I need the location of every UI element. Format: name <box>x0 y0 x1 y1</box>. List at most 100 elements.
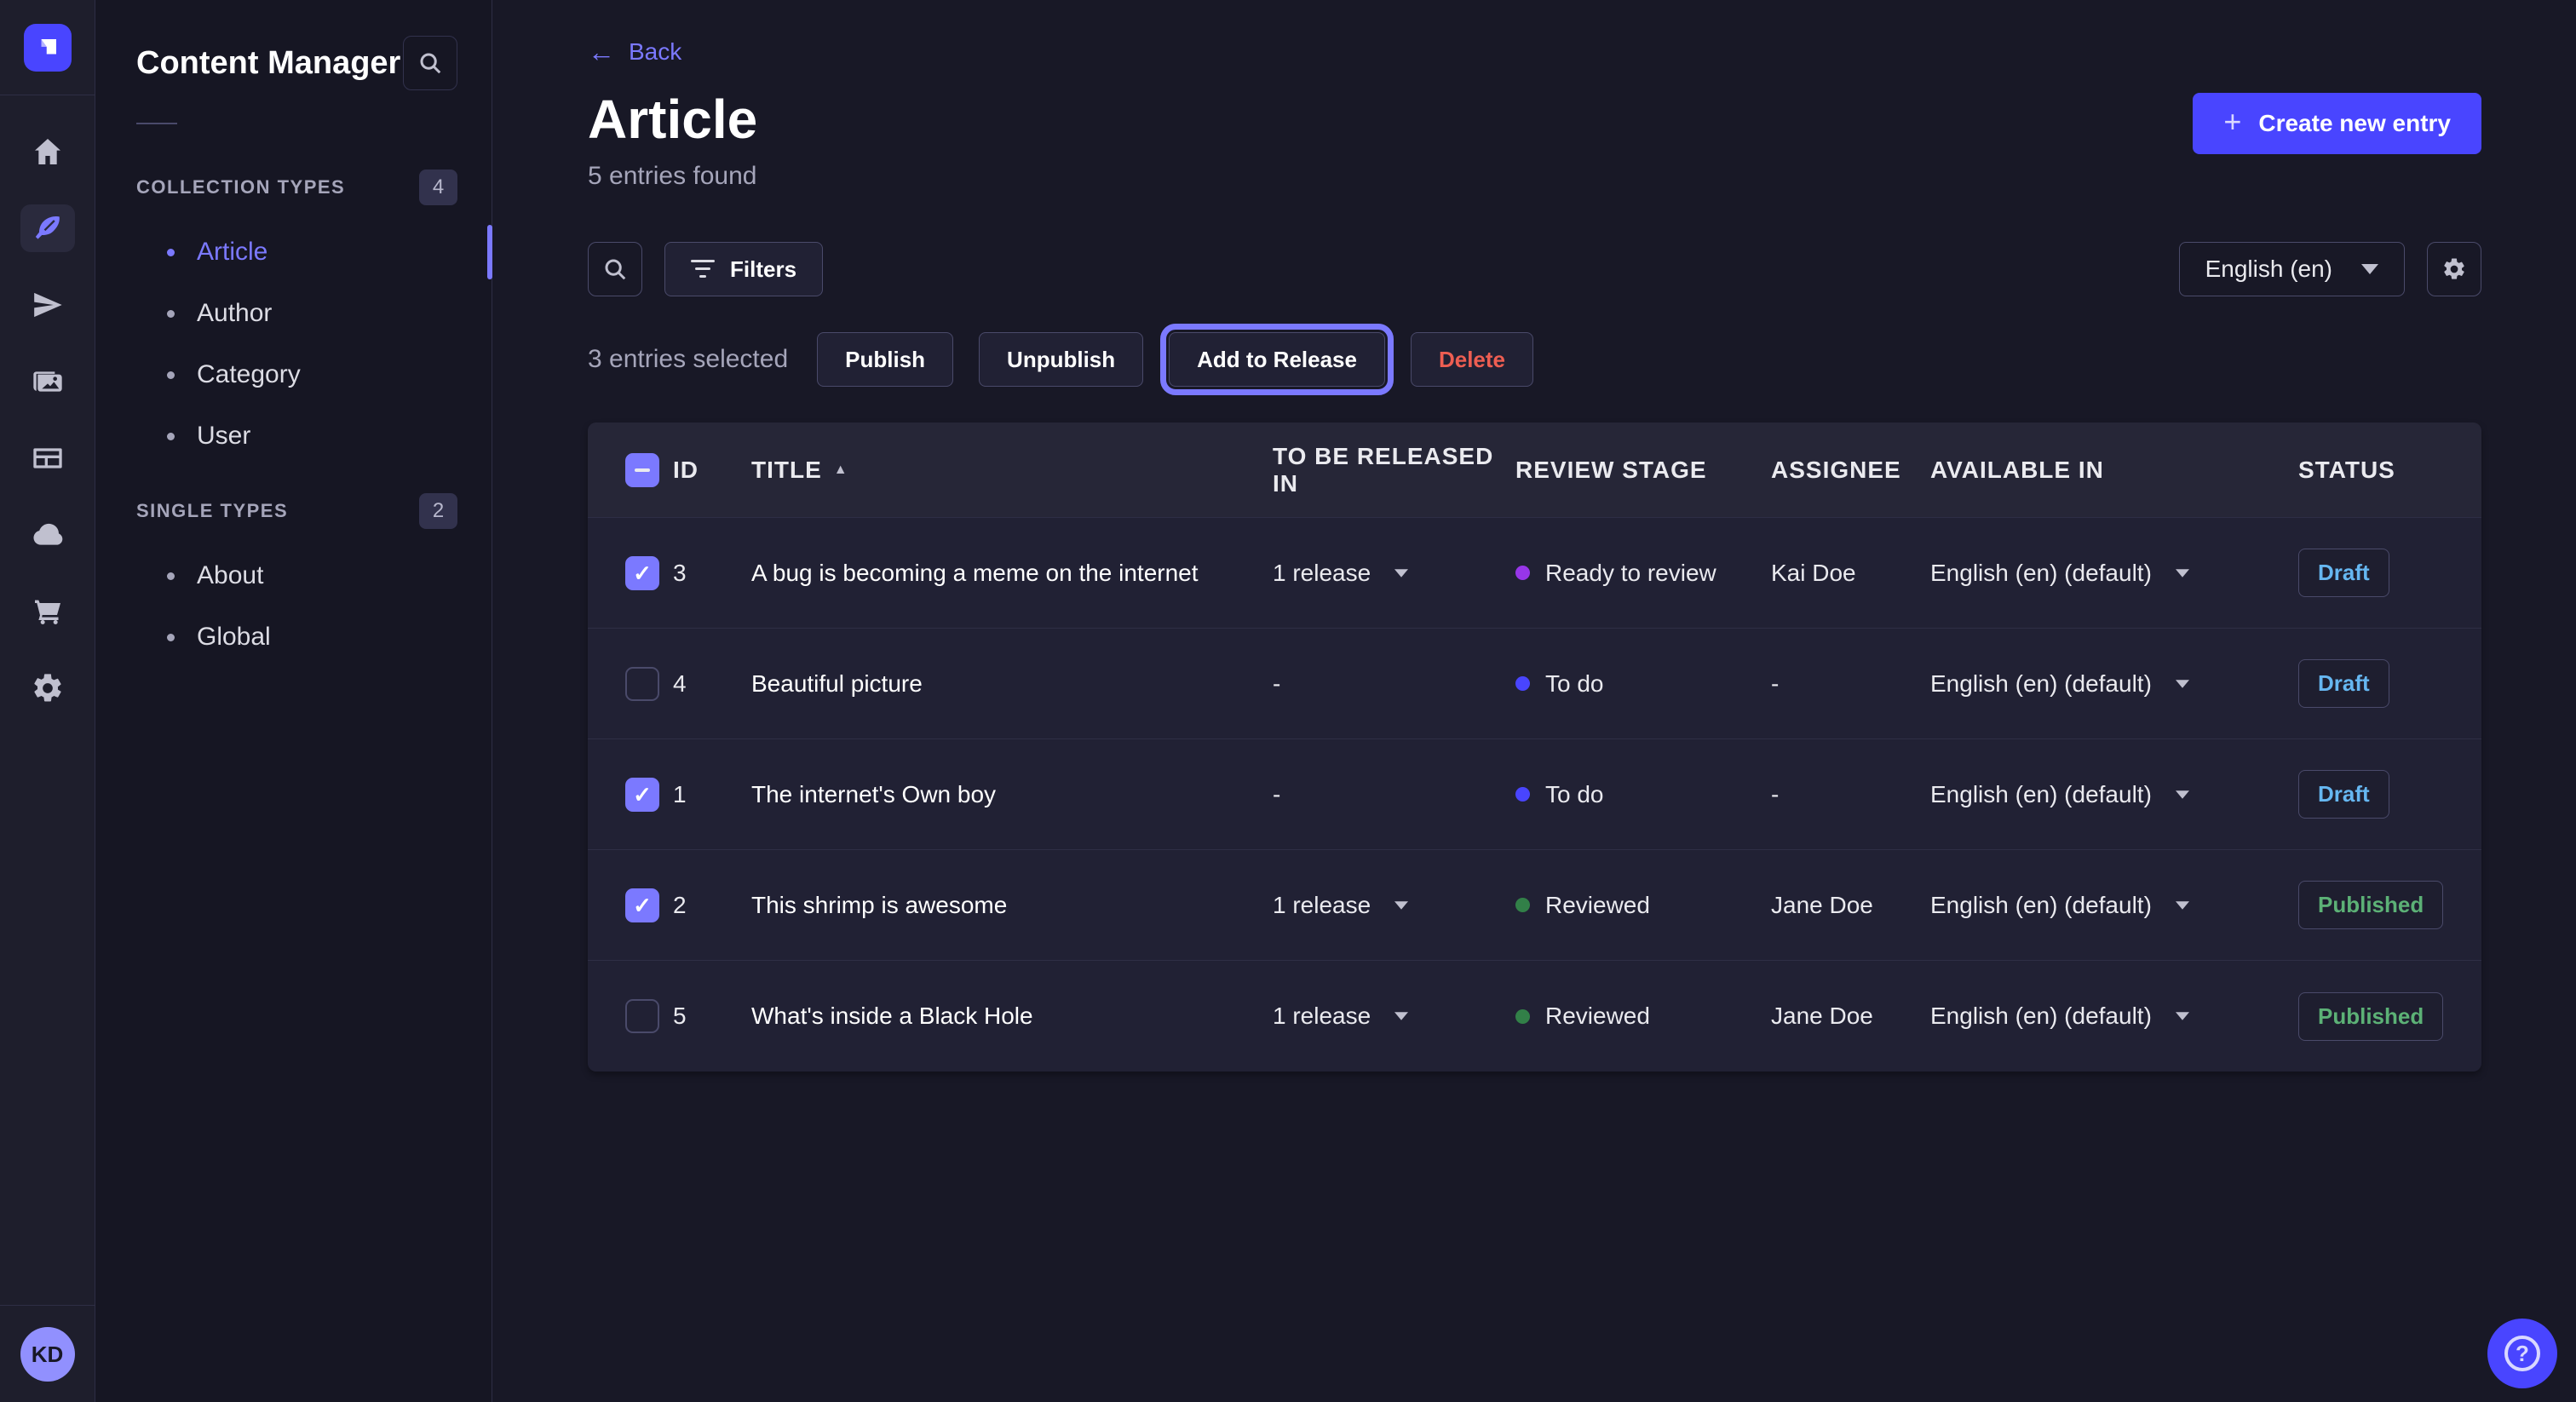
locale-chevron-icon[interactable] <box>2176 680 2189 688</box>
marketplace-cart-icon[interactable] <box>20 588 75 635</box>
locale-chevron-icon[interactable] <box>2176 569 2189 577</box>
table-row[interactable]: 5 What's inside a Black Hole 1 release R… <box>588 961 2481 1072</box>
table-search-button[interactable] <box>588 242 642 296</box>
cell-status: Published <box>2298 881 2481 929</box>
row-checkbox[interactable] <box>625 667 659 701</box>
column-header-review-stage[interactable]: REVIEW STAGE <box>1515 457 1771 484</box>
filters-button[interactable]: Filters <box>664 242 823 296</box>
delete-button[interactable]: Delete <box>1411 332 1533 387</box>
locale-chevron-icon[interactable] <box>2176 901 2189 910</box>
subnav-item-label: Article <box>197 238 267 267</box>
subnav-item-global[interactable]: Global <box>95 606 492 668</box>
subnav-item-article[interactable]: Article <box>95 221 492 283</box>
nav-icons <box>20 128 75 1402</box>
content-type-builder-icon[interactable] <box>20 434 75 482</box>
table-row[interactable]: ✓ 2 This shrimp is awesome 1 release Rev… <box>588 850 2481 961</box>
cell-assignee: Jane Doe <box>1771 1003 1930 1030</box>
release-text: 1 release <box>1273 560 1371 587</box>
row-checkbox[interactable] <box>625 999 659 1033</box>
locale-text: English (en) (default) <box>1930 892 2152 919</box>
table-row[interactable]: 4 Beautiful picture - To do - English (e… <box>588 629 2481 739</box>
subnav-sections: COLLECTION TYPES 4 Article Author Catego… <box>95 124 492 668</box>
bullet-icon <box>167 433 175 440</box>
unpublish-button[interactable]: Unpublish <box>979 332 1143 387</box>
bullet-icon <box>167 371 175 379</box>
table-body: ✓ 3 A bug is becoming a meme on the inte… <box>588 518 2481 1072</box>
help-button[interactable]: ? <box>2487 1319 2557 1388</box>
stage-dot-icon <box>1515 1009 1530 1024</box>
bullet-icon <box>167 310 175 318</box>
subnav-item-user[interactable]: User <box>95 405 492 467</box>
stage-dot-icon <box>1515 898 1530 912</box>
release-chevron-icon[interactable] <box>1394 901 1408 910</box>
cell-release: - <box>1273 781 1515 808</box>
column-header-title[interactable]: TITLE ▲ <box>751 457 1273 484</box>
release-chevron-icon[interactable] <box>1394 1012 1408 1020</box>
row-checkbox[interactable]: ✓ <box>625 556 659 590</box>
table-row[interactable]: ✓ 3 A bug is becoming a meme on the inte… <box>588 518 2481 629</box>
cell-review-stage: Ready to review <box>1515 560 1771 587</box>
subnav-item-label: Global <box>197 623 271 652</box>
create-new-entry-button[interactable]: + Create new entry <box>2193 93 2481 154</box>
chevron-down-icon <box>2361 264 2378 274</box>
check-icon: ✓ <box>633 562 652 584</box>
strapi-logo[interactable] <box>24 24 72 72</box>
column-header-to-be-released-in[interactable]: TO BE RELEASED IN <box>1273 443 1515 497</box>
column-header-available-in[interactable]: AVAILABLE IN <box>1930 457 2298 484</box>
locale-chevron-icon[interactable] <box>2176 790 2189 799</box>
cell-assignee: - <box>1771 781 1930 808</box>
cell-title: What's inside a Black Hole <box>751 1003 1273 1030</box>
subnav-item-author[interactable]: Author <box>95 283 492 344</box>
subnav-item-label: Category <box>197 360 301 389</box>
content-manager-subnav: Content Manager COLLECTION TYPES 4 Artic… <box>95 0 492 1402</box>
view-settings-button[interactable] <box>2427 242 2481 296</box>
column-header-assignee[interactable]: ASSIGNEE <box>1771 457 1930 484</box>
deploy-cloud-icon[interactable] <box>20 511 75 559</box>
release-chevron-icon[interactable] <box>1394 569 1408 577</box>
subnav-item-about[interactable]: About <box>95 545 492 606</box>
user-avatar[interactable]: KD <box>20 1327 75 1382</box>
subnav-section: COLLECTION TYPES 4 Article Author Catego… <box>95 162 492 467</box>
locale-select[interactable]: English (en) <box>2179 242 2405 296</box>
check-icon: ✓ <box>633 784 652 806</box>
locale-text: English (en) (default) <box>1930 560 2152 587</box>
indeterminate-dash-icon <box>635 468 650 472</box>
locale-text: English (en) (default) <box>1930 670 2152 698</box>
cell-available-in: English (en) (default) <box>1930 1003 2298 1030</box>
row-checkbox[interactable]: ✓ <box>625 778 659 812</box>
media-library-icon[interactable] <box>20 358 75 405</box>
back-link[interactable]: ← Back <box>588 38 681 66</box>
home-icon[interactable] <box>20 128 75 175</box>
sort-asc-icon: ▲ <box>834 463 848 478</box>
cell-id: 1 <box>673 781 751 808</box>
main-content: ← Back Article 5 entries found + Create … <box>492 0 2576 1402</box>
cell-available-in: English (en) (default) <box>1930 892 2298 919</box>
stage-label: Reviewed <box>1545 892 1650 919</box>
subnav-item-category[interactable]: Category <box>95 344 492 405</box>
column-header-status[interactable]: STATUS <box>2298 457 2481 484</box>
row-checkbox[interactable]: ✓ <box>625 888 659 922</box>
status-badge: Published <box>2298 881 2443 929</box>
subnav-search-button[interactable] <box>403 36 457 90</box>
cell-status: Draft <box>2298 549 2481 597</box>
publish-button[interactable]: Publish <box>817 332 953 387</box>
table-row[interactable]: ✓ 1 The internet's Own boy - To do - Eng… <box>588 739 2481 850</box>
add-to-release-button[interactable]: Add to Release <box>1169 332 1385 387</box>
column-header-id[interactable]: ID <box>673 457 751 484</box>
content-manager-icon[interactable] <box>20 204 75 252</box>
select-all-checkbox[interactable] <box>625 453 659 487</box>
table-header-row: ID TITLE ▲ TO BE RELEASED IN REVIEW STAG… <box>588 422 2481 518</box>
settings-gear-icon[interactable] <box>20 664 75 712</box>
subnav-item-label: About <box>197 561 263 590</box>
subnav-item-label: Author <box>197 299 272 328</box>
cell-id: 3 <box>673 560 751 587</box>
status-badge: Draft <box>2298 549 2389 597</box>
filters-label: Filters <box>730 256 796 283</box>
locale-chevron-icon[interactable] <box>2176 1012 2189 1020</box>
stage-dot-icon <box>1515 566 1530 580</box>
subnav-item-label: User <box>197 422 250 451</box>
releases-icon[interactable] <box>20 281 75 329</box>
status-badge: Published <box>2298 992 2443 1041</box>
create-new-entry-label: Create new entry <box>2258 110 2451 137</box>
bullet-icon <box>167 572 175 580</box>
